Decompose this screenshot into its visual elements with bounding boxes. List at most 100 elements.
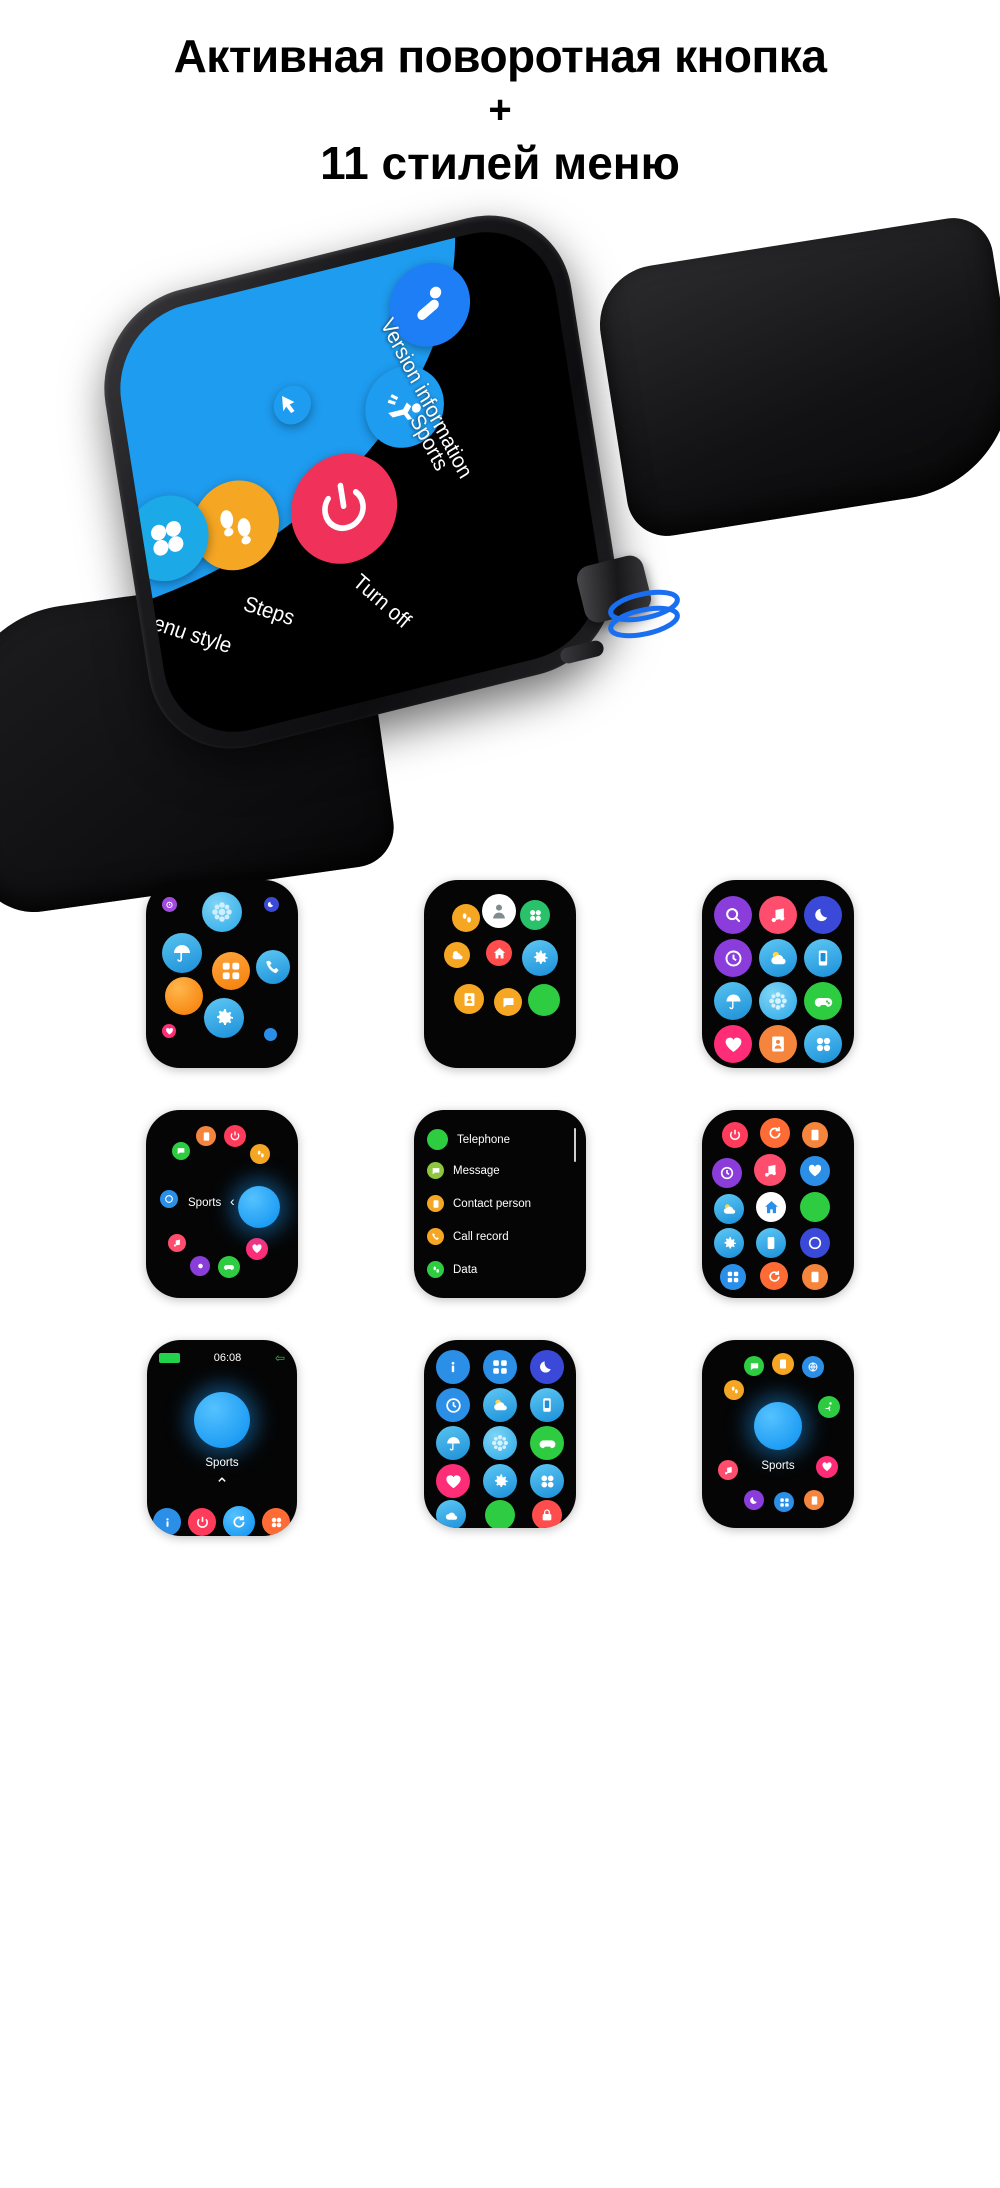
umbrella-icon[interactable] [162, 933, 202, 973]
clock-icon[interactable] [800, 1228, 830, 1258]
footsteps-icon[interactable] [724, 1380, 744, 1400]
music-icon[interactable] [759, 896, 797, 934]
gamepad-icon[interactable] [218, 1256, 240, 1278]
list-item[interactable]: Contact person [427, 1195, 531, 1212]
power-icon[interactable] [722, 1122, 748, 1148]
list-item[interactable]: Data [427, 1261, 477, 1278]
heart-rate-icon[interactable] [436, 1464, 470, 1498]
menu-style-tile-cluster-bubble[interactable] [424, 880, 576, 1068]
runner-icon[interactable] [818, 1396, 840, 1418]
list-item[interactable]: Call record [427, 1228, 509, 1245]
menu-style-tile-grid-list[interactable] [424, 1340, 576, 1528]
contact-icon[interactable] [454, 984, 484, 1014]
green-blank-icon[interactable] [485, 1500, 515, 1528]
weather-icon[interactable] [444, 942, 470, 968]
heart-rate-icon[interactable] [162, 1024, 176, 1038]
footsteps-icon[interactable] [250, 1144, 270, 1164]
clock-icon[interactable] [714, 939, 752, 977]
chevron-left-icon[interactable]: ‹ [230, 1193, 235, 1209]
contact-icon[interactable] [772, 1353, 794, 1375]
heart-icon[interactable] [246, 1238, 268, 1260]
power-icon[interactable] [224, 1125, 246, 1147]
info-icon[interactable] [436, 1350, 470, 1384]
moon-icon[interactable] [804, 896, 842, 934]
moon-icon[interactable] [264, 897, 279, 912]
selected-sports-icon[interactable] [754, 1402, 802, 1450]
apps-icon[interactable] [483, 1350, 517, 1384]
list-item[interactable]: Message [427, 1162, 500, 1179]
menu-style-tile-circular-dial[interactable]: Sports ‹ [146, 1110, 298, 1298]
contact-icon[interactable] [804, 1490, 824, 1510]
moon-icon[interactable] [744, 1490, 764, 1510]
fan-icon[interactable] [262, 1508, 290, 1536]
snowflake-icon[interactable] [202, 892, 242, 932]
weather-icon[interactable] [714, 1194, 744, 1224]
gear-icon[interactable] [714, 1228, 744, 1258]
clock-icon[interactable] [160, 1190, 178, 1208]
weather-icon[interactable] [190, 1256, 210, 1276]
moon-icon[interactable] [530, 1350, 564, 1384]
phone-sync-icon[interactable] [756, 1228, 786, 1258]
power-icon[interactable] [188, 1508, 216, 1536]
clock-icon[interactable] [712, 1158, 742, 1188]
lock-icon[interactable] [532, 1500, 562, 1528]
weather-icon[interactable] [759, 939, 797, 977]
menu-style-tile-vertical-list[interactable]: Telephone Message Contact person Call re… [414, 1110, 586, 1298]
clock-icon[interactable] [436, 1388, 470, 1422]
phone-icon[interactable] [256, 950, 290, 984]
gamepad-icon[interactable] [530, 1426, 564, 1460]
person-icon[interactable] [482, 894, 516, 928]
refresh-icon[interactable] [223, 1506, 255, 1536]
heart-rate-icon[interactable] [800, 1156, 830, 1186]
message-icon[interactable] [494, 988, 522, 1016]
apps-icon[interactable] [774, 1492, 794, 1512]
selected-sports-icon[interactable] [238, 1186, 280, 1228]
music-icon[interactable] [168, 1234, 186, 1252]
list-item[interactable]: Telephone [427, 1129, 510, 1150]
globe-icon[interactable] [802, 1356, 824, 1378]
apps-icon[interactable] [212, 952, 250, 990]
dots-icon[interactable] [264, 1028, 277, 1041]
music-icon[interactable] [754, 1154, 786, 1186]
selected-sports-icon[interactable] [194, 1392, 250, 1448]
gear-icon[interactable] [483, 1464, 517, 1498]
message-icon[interactable] [744, 1356, 764, 1376]
heart-rate-icon[interactable] [714, 1025, 752, 1063]
fan-icon[interactable] [804, 1025, 842, 1063]
chevron-up-icon[interactable]: ⌃ [147, 1475, 297, 1495]
scrollbar[interactable] [574, 1128, 576, 1162]
refresh-icon[interactable] [760, 1118, 790, 1148]
orange-blank-icon[interactable] [165, 977, 203, 1015]
search-icon[interactable] [714, 896, 752, 934]
home-icon[interactable] [756, 1192, 786, 1222]
fan-icon[interactable] [520, 900, 550, 930]
snowflake-icon[interactable] [483, 1426, 517, 1460]
info-icon[interactable] [153, 1508, 181, 1536]
contact-icon[interactable] [802, 1122, 828, 1148]
gamepad-icon[interactable] [804, 982, 842, 1020]
contact-icon[interactable] [196, 1126, 216, 1146]
alarm-icon[interactable] [162, 897, 177, 912]
snowflake-icon[interactable] [759, 982, 797, 1020]
gear-icon[interactable] [204, 998, 244, 1038]
menu-style-tile-rounded-grid[interactable] [702, 880, 854, 1068]
umbrella-icon[interactable] [436, 1426, 470, 1460]
menu-style-tile-orbit-focus[interactable]: Sports [702, 1340, 854, 1528]
weather-icon[interactable] [483, 1388, 517, 1422]
message-icon[interactable] [172, 1142, 190, 1160]
fan-icon[interactable] [530, 1464, 564, 1498]
menu-style-tile-dense-grid[interactable] [702, 1110, 854, 1298]
menu-style-tile-single-focus[interactable]: 06:08 ⇦ Sports ⌃ [147, 1340, 297, 1536]
green-blank-icon[interactable] [800, 1192, 830, 1222]
umbrella-icon[interactable] [714, 982, 752, 1020]
refresh-icon[interactable] [760, 1262, 788, 1290]
contact-icon[interactable] [802, 1264, 828, 1290]
home-icon[interactable] [486, 940, 512, 966]
contact-icon[interactable] [759, 1025, 797, 1063]
weather-icon[interactable] [436, 1500, 466, 1528]
phone-sync-icon[interactable] [804, 939, 842, 977]
footsteps-icon[interactable] [452, 904, 480, 932]
gear-icon[interactable] [522, 940, 558, 976]
menu-style-tile-grid-scatter[interactable] [146, 880, 298, 1068]
green-blank-icon[interactable] [528, 984, 560, 1016]
